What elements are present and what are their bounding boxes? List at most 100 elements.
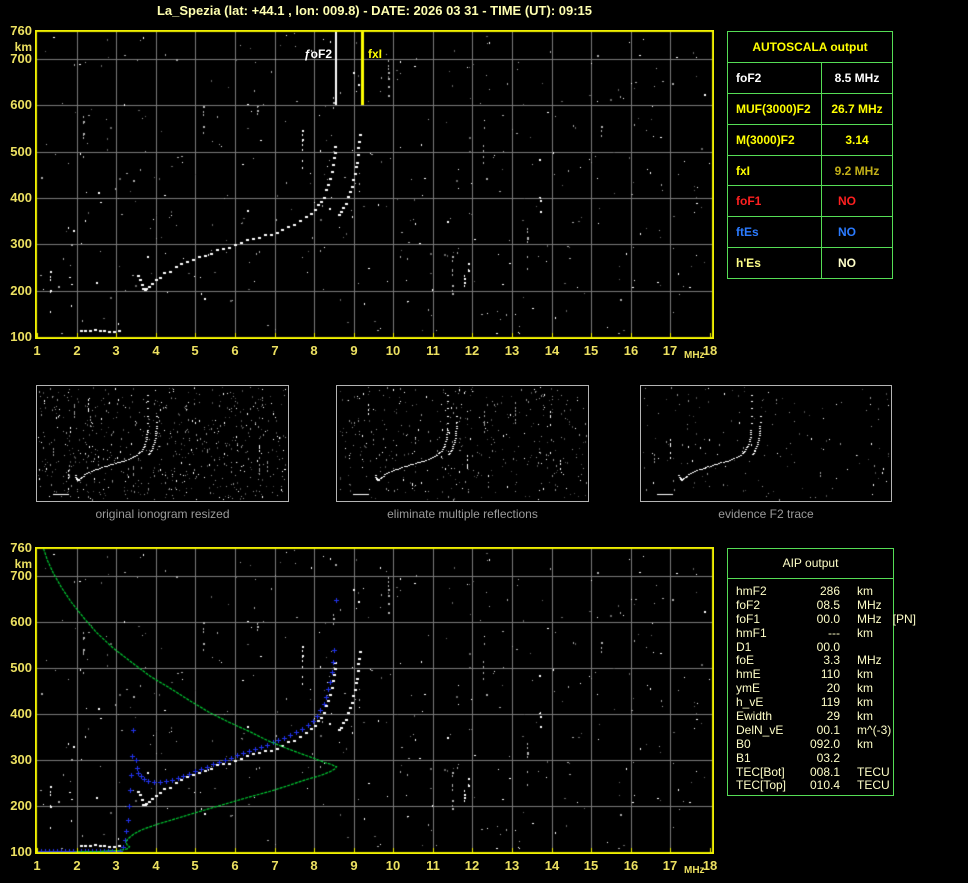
autoscala-row-label: ftEs	[728, 217, 822, 247]
autoscala-row-value: 9.2 MHz	[822, 156, 892, 186]
aip-row-unit: km	[857, 738, 873, 752]
aip-row: ymE20km	[736, 682, 893, 696]
autoscala-row: h'EsNO	[728, 248, 892, 278]
aip-row-label: DelN_vE	[736, 724, 798, 738]
aip-row: foF100.0MHz[PN]	[736, 613, 893, 627]
aip-row-label: hmF2	[736, 585, 798, 599]
thumbnail-canvas	[641, 386, 891, 501]
aip-row-value: 03.2	[798, 752, 840, 766]
y-tick-label: 700	[1, 52, 32, 66]
y-tick-label: 500	[1, 145, 32, 159]
aip-row-unit: km	[857, 682, 873, 696]
autoscala-row-label: MUF(3000)F2	[728, 94, 822, 124]
aip-table-header: AIP output	[728, 549, 893, 579]
aip-row: hmF1--- km	[736, 627, 893, 641]
aip-row-label: hmF1	[736, 627, 798, 641]
autoscala-row-label: h'Es	[728, 248, 822, 278]
autoscala-row: fxI9.2 MHz	[728, 156, 892, 187]
station-title: La_Spezia (lat: +44.1 , lon: 009.8) - DA…	[35, 3, 714, 18]
aip-row-note: [PN]	[893, 613, 916, 627]
x-tick-label: 15	[578, 859, 604, 873]
x-tick-label: 8	[301, 859, 327, 873]
x-tick-label: 7	[262, 344, 288, 358]
aip-row: foF208.5MHz	[736, 599, 893, 613]
x-tick-label: 13	[499, 859, 525, 873]
aip-row-label: B1	[736, 752, 798, 766]
aip-row-label: foF2	[736, 599, 798, 613]
x-tick-label: 15	[578, 344, 604, 358]
autoscala-row: foF28.5 MHz	[728, 63, 892, 94]
aip-row-value: 00.0	[798, 641, 840, 655]
y-tick-label: 600	[1, 615, 32, 629]
aip-row-unit: km	[857, 585, 873, 599]
aip-row: B103.2	[736, 752, 893, 766]
aip-row: TEC[Bot]008.1TECU	[736, 766, 893, 780]
aip-row-label: foE	[736, 654, 798, 668]
aip-row-value: ---	[798, 627, 840, 641]
x-axis-unit-label: MHz	[684, 349, 705, 363]
thumbnail-evidence-f2-trace	[640, 385, 892, 502]
thumbnail-canvas	[337, 386, 588, 501]
x-tick-label: 2	[64, 859, 90, 873]
aip-row-value: 008.1	[798, 766, 840, 780]
x-tick-label: 2	[64, 344, 90, 358]
aip-row: Ewidth29km	[736, 710, 893, 724]
aip-row-value: 00.0	[798, 613, 840, 627]
y-tick-label: 760	[1, 541, 32, 555]
x-tick-label: 9	[341, 344, 367, 358]
x-tick-label: 17	[657, 344, 683, 358]
aip-row-value: 119	[798, 696, 840, 710]
autoscala-row-label: foF1	[728, 186, 822, 216]
fxI-marker-label: fxI	[368, 47, 382, 61]
autoscala-row-value: NO	[822, 186, 892, 216]
aip-output-table: AIP output hmF2286kmfoF208.5MHzfoF100.0M…	[727, 548, 894, 796]
aip-row-value: 20	[798, 682, 840, 696]
y-tick-label: 400	[1, 707, 32, 721]
x-tick-label: 3	[103, 859, 129, 873]
x-tick-label: 10	[380, 859, 406, 873]
x-tick-label: 5	[182, 344, 208, 358]
aip-row-value: 110	[798, 668, 840, 682]
aip-row-unit: km	[857, 627, 873, 641]
autoscala-row-label: fxI	[728, 156, 822, 186]
x-tick-label: 16	[618, 344, 644, 358]
y-tick-label: 100	[1, 845, 32, 859]
x-tick-label: 4	[143, 859, 169, 873]
aip-row-value: 29	[798, 710, 840, 724]
autoscala-output-table: AUTOSCALA output foF28.5 MHzMUF(3000)F22…	[727, 31, 893, 279]
y-tick-label: 300	[1, 753, 32, 767]
thumbnail-caption: original ionogram resized	[36, 507, 289, 521]
x-axis-unit-label: MHz	[684, 864, 705, 878]
thumbnail-original-ionogram	[36, 385, 289, 502]
aip-row-label: hmE	[736, 668, 798, 682]
thumbnail-canvas	[37, 386, 288, 501]
x-tick-label: 8	[301, 344, 327, 358]
aip-row-label: D1	[736, 641, 798, 655]
autoscala-row-label: foF2	[728, 63, 822, 93]
y-axis-unit-label: km	[1, 40, 32, 54]
aip-row: TEC[Top]010.4TECU	[736, 779, 893, 793]
x-tick-label: 10	[380, 344, 406, 358]
thumbnail-eliminate-reflections	[336, 385, 589, 502]
x-tick-label: 3	[103, 344, 129, 358]
y-axis-unit-label: km	[1, 557, 32, 571]
autoscala-row-value: 26.7 MHz	[822, 94, 892, 124]
x-tick-label: 7	[262, 859, 288, 873]
y-tick-label: 300	[1, 237, 32, 251]
autoscala-row-value: 8.5 MHz	[822, 63, 892, 93]
aip-row-label: TEC[Bot]	[736, 766, 798, 780]
x-tick-label: 11	[420, 344, 446, 358]
aip-row: D100.0	[736, 641, 893, 655]
aip-row-label: TEC[Top]	[736, 779, 798, 793]
aip-row-value: 092.0	[798, 738, 840, 752]
aip-row-label: foF1	[736, 613, 798, 627]
main-ionogram-canvas	[35, 30, 714, 339]
autoscala-row: ftEsNO	[728, 217, 892, 248]
aip-row-unit: TECU	[857, 779, 890, 793]
y-tick-label: 400	[1, 191, 32, 205]
aip-row-value: 08.5	[798, 599, 840, 613]
autoscala-row-value: 3.14	[822, 125, 892, 155]
x-tick-label: 11	[420, 859, 446, 873]
aip-row-value: 286	[798, 585, 840, 599]
aip-row-label: B0	[736, 738, 798, 752]
